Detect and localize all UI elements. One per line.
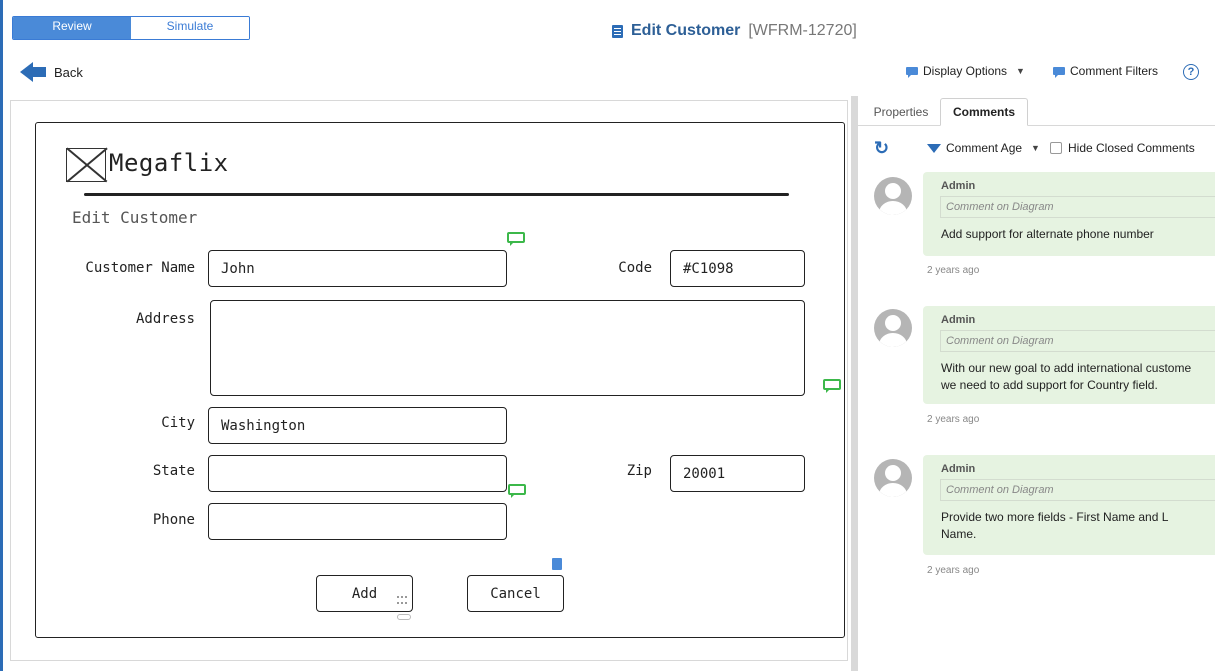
comment-marker-icon[interactable]: [507, 232, 525, 246]
comment-age: 2 years ago: [927, 565, 980, 576]
phone-label: Phone: [152, 512, 195, 528]
code-input[interactable]: #C1098: [670, 250, 805, 287]
comment-author: Admin: [941, 180, 976, 192]
comment-age: 2 years ago: [927, 265, 980, 276]
back-button[interactable]: Back: [20, 62, 83, 82]
page-title: Edit Customer [WFRM-12720]: [612, 22, 857, 40]
comment-card[interactable]: Admin Comment on Diagram Add support for…: [923, 172, 1215, 256]
panel-splitter[interactable]: [851, 96, 858, 671]
state-input[interactable]: [208, 455, 507, 492]
comment-filters-label: Comment Filters: [1070, 64, 1159, 78]
state-label: State: [152, 463, 195, 479]
caret-down-icon: ▼: [1016, 66, 1025, 76]
grip-icon: [397, 596, 407, 604]
mockup-brand: Megaflix: [109, 149, 229, 177]
refresh-icon[interactable]: ↻: [874, 138, 889, 159]
comment-filters-button[interactable]: Comment Filters: [1053, 64, 1158, 78]
comment-age: 2 years ago: [927, 414, 980, 425]
zip-input[interactable]: 20001: [670, 455, 805, 492]
comment-context: Comment on Diagram: [940, 330, 1215, 352]
comment-icon: [1053, 67, 1065, 78]
city-input[interactable]: Washington: [208, 407, 507, 444]
comment-card[interactable]: Admin Comment on Diagram Provide two mor…: [923, 455, 1215, 555]
link-icon: [397, 614, 411, 620]
avatar: [874, 177, 912, 215]
code-label: Code: [618, 260, 652, 276]
page-title-text: Edit Customer: [631, 22, 741, 39]
logo-placeholder-icon: [66, 148, 106, 182]
address-label: Address: [135, 311, 195, 327]
customer-name-input[interactable]: John: [208, 250, 507, 287]
tab-properties[interactable]: Properties: [866, 98, 936, 126]
avatar: [874, 309, 912, 347]
note-marker-icon[interactable]: [552, 558, 562, 570]
city-label: City: [161, 415, 195, 431]
display-options-label: Display Options: [923, 64, 1008, 78]
comment-text: With our new goal to add international c…: [941, 361, 1192, 392]
comment-icon: [906, 67, 918, 78]
comment-card[interactable]: Admin Comment on Diagram With our new go…: [923, 306, 1215, 404]
comment-age-label: Comment Age: [946, 141, 1023, 155]
tab-comments[interactable]: Comments: [940, 98, 1028, 126]
page-title-code: [WFRM-12720]: [748, 22, 857, 39]
simulate-tab[interactable]: Simulate: [131, 17, 249, 39]
address-textarea[interactable]: [210, 300, 805, 396]
comment-text: Provide two more fields - First Name and…: [941, 510, 1169, 541]
filter-icon: [927, 143, 941, 153]
zip-label: Zip: [626, 463, 652, 479]
hide-closed-comments-checkbox[interactable]: Hide Closed Comments: [1050, 141, 1195, 155]
comment-context: Comment on Diagram: [940, 196, 1215, 218]
display-options-dropdown[interactable]: Display Options ▼: [906, 64, 1025, 78]
comment-marker-icon[interactable]: [508, 484, 526, 498]
document-icon: [612, 24, 623, 38]
comment-author: Admin: [941, 314, 976, 326]
help-icon[interactable]: ?: [1183, 64, 1199, 80]
phone-input[interactable]: [208, 503, 507, 540]
cancel-button[interactable]: Cancel: [467, 575, 564, 612]
mode-toggle: Review Simulate: [12, 16, 250, 40]
avatar: [874, 459, 912, 497]
comment-text: Add support for alternate phone number: [941, 227, 1154, 241]
mockup-divider: [84, 193, 789, 196]
back-label: Back: [54, 64, 83, 80]
left-edge-bar: [0, 0, 3, 671]
review-tab[interactable]: Review: [13, 17, 131, 39]
back-arrow-icon: [20, 62, 46, 82]
mockup-heading: Edit Customer: [72, 208, 198, 227]
comment-marker-icon[interactable]: [823, 379, 841, 393]
add-button[interactable]: Add: [316, 575, 413, 612]
checkbox-box[interactable]: [1050, 142, 1062, 154]
comment-author: Admin: [941, 463, 976, 475]
comment-context: Comment on Diagram: [940, 479, 1215, 501]
caret-down-icon: ▼: [1031, 143, 1040, 153]
customer-name-label: Customer Name: [85, 260, 195, 276]
comment-age-filter[interactable]: Comment Age ▼: [927, 141, 1040, 155]
hide-closed-label: Hide Closed Comments: [1068, 141, 1195, 155]
